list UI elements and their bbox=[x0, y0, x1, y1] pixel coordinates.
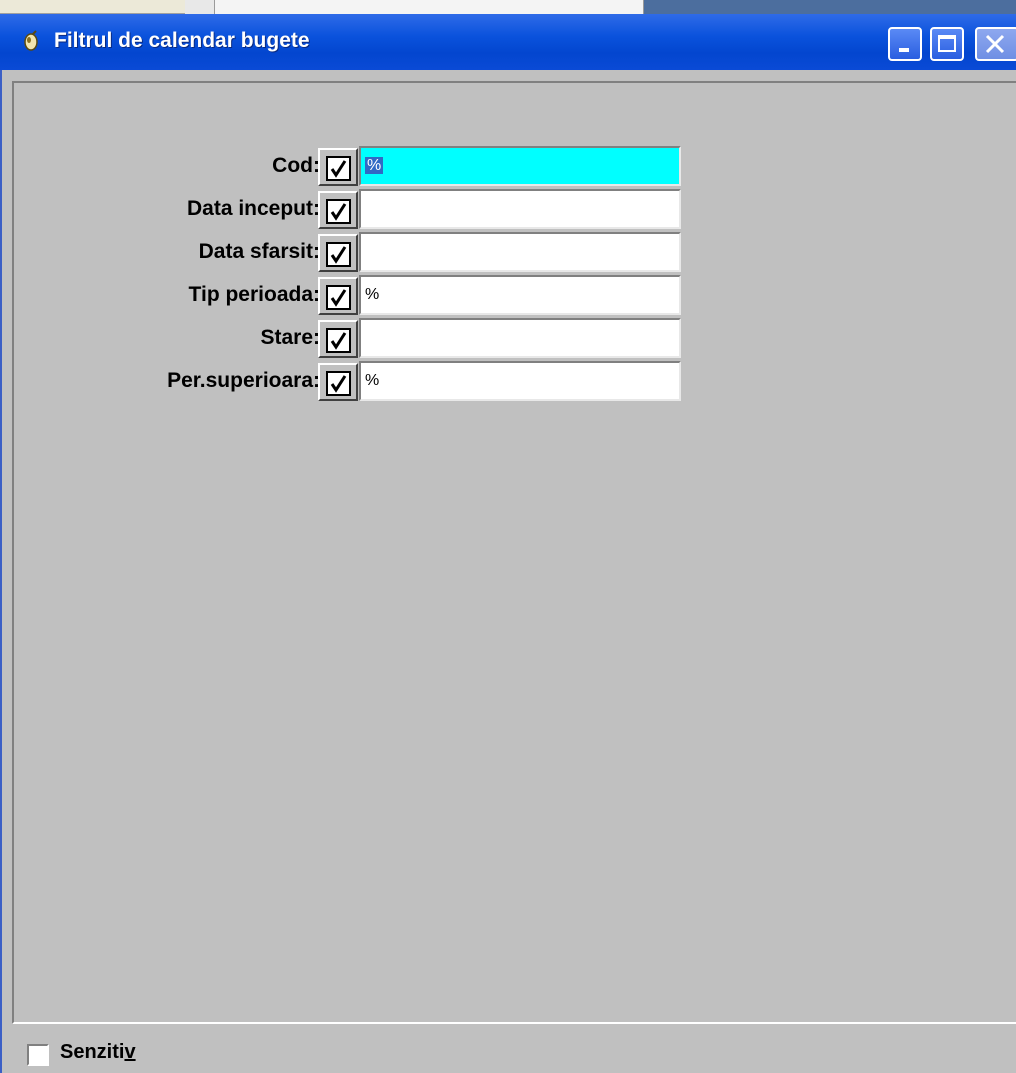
filter-input-data-inceput[interactable] bbox=[359, 189, 681, 229]
filter-input-per-superioara[interactable]: % bbox=[359, 361, 681, 401]
filter-row-stare: Stare: bbox=[14, 318, 714, 358]
maximize-icon bbox=[938, 35, 956, 52]
filter-label: Data sfarsit: bbox=[198, 240, 320, 263]
checkmark-icon bbox=[326, 156, 351, 181]
app-icon bbox=[22, 30, 40, 52]
filter-input-tip-perioada[interactable]: % bbox=[359, 275, 681, 315]
window-titlebar[interactable]: Filtrul de calendar bugete bbox=[0, 14, 1016, 70]
background-titlebar bbox=[644, 0, 1016, 14]
filter-label: Tip perioada: bbox=[188, 283, 320, 306]
sensitive-checkbox[interactable] bbox=[27, 1044, 49, 1066]
filter-row-per-superioara: Per.superioara: % bbox=[14, 361, 714, 401]
checkmark-icon bbox=[326, 242, 351, 267]
window-title: Filtrul de calendar bugete bbox=[54, 29, 310, 52]
checkmark-icon bbox=[326, 199, 351, 224]
close-icon bbox=[985, 34, 1005, 54]
filter-panel: Cod: % Data inceput: Data sfarsit: Tip p… bbox=[12, 81, 1016, 1024]
filter-input-stare[interactable] bbox=[359, 318, 681, 358]
sensitive-label[interactable]: Senzitiv bbox=[60, 1041, 136, 1064]
filter-row-data-sfarsit: Data sfarsit: bbox=[14, 232, 714, 272]
filter-label: Data inceput: bbox=[186, 197, 320, 220]
background-tab-2 bbox=[214, 0, 644, 14]
filter-label: Per.superioara: bbox=[167, 369, 320, 392]
filter-window: Filtrul de calendar bugete Cod: % Data i… bbox=[0, 14, 1016, 1073]
close-button[interactable] bbox=[975, 27, 1016, 61]
background-window-strip bbox=[0, 0, 1016, 14]
filter-input-cod[interactable]: % bbox=[359, 146, 681, 186]
filter-row-data-inceput: Data inceput: bbox=[14, 189, 714, 229]
checkmark-icon bbox=[326, 285, 351, 310]
checkmark-icon bbox=[326, 328, 351, 353]
filter-enable-checkbox[interactable] bbox=[318, 277, 358, 315]
checkmark-icon bbox=[326, 371, 351, 396]
filter-enable-checkbox[interactable] bbox=[318, 234, 358, 272]
filter-label: Stare: bbox=[260, 326, 320, 349]
filter-enable-checkbox[interactable] bbox=[318, 320, 358, 358]
filter-row-cod: Cod: % bbox=[14, 146, 714, 186]
filter-enable-checkbox[interactable] bbox=[318, 148, 358, 186]
filter-row-tip-perioada: Tip perioada: % bbox=[14, 275, 714, 315]
minimize-button[interactable] bbox=[888, 27, 922, 61]
filter-enable-checkbox[interactable] bbox=[318, 363, 358, 401]
filter-input-data-sfarsit[interactable] bbox=[359, 232, 681, 272]
filter-label: Cod: bbox=[272, 154, 320, 177]
filter-enable-checkbox[interactable] bbox=[318, 191, 358, 229]
minimize-icon bbox=[899, 48, 909, 52]
background-tab-1 bbox=[0, 0, 185, 14]
maximize-button[interactable] bbox=[930, 27, 964, 61]
status-bar: Senzitiv bbox=[2, 1024, 1016, 1073]
